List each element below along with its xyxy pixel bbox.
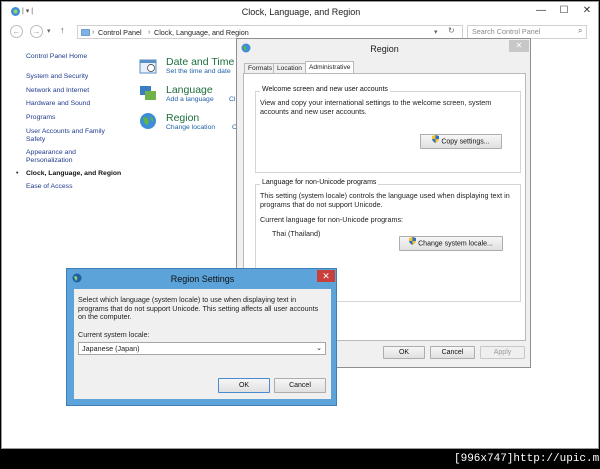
region-globe-icon[interactable] bbox=[139, 112, 157, 130]
close-button[interactable]: ✕ bbox=[576, 2, 598, 20]
minimize-button[interactable]: — bbox=[530, 2, 552, 20]
sidebar-item-programs[interactable]: Programs bbox=[26, 114, 55, 122]
welcome-screen-group-label: Welcome screen and new user accounts bbox=[260, 86, 390, 93]
window-title: Clock, Language, and Region bbox=[241, 7, 361, 17]
change-location-link[interactable]: Change location bbox=[166, 124, 215, 131]
sidebar-item-hardware[interactable]: Hardware and Sound bbox=[26, 100, 90, 108]
language-secondary-link[interactable]: Cl bbox=[229, 96, 235, 103]
image-host-watermark: [996x747]http://upic.me/ bbox=[452, 450, 600, 468]
up-arrow-icon[interactable]: ↑ bbox=[60, 25, 65, 35]
maximize-button[interactable]: ☐ bbox=[553, 2, 575, 20]
search-input[interactable]: Search Control Panel bbox=[467, 25, 587, 39]
welcome-screen-description: View and copy your international setting… bbox=[260, 98, 492, 116]
region-settings-cancel-button[interactable]: Cancel bbox=[274, 378, 326, 393]
copy-settings-label: Copy settings... bbox=[441, 138, 490, 146]
control-panel-folder-icon bbox=[81, 28, 90, 39]
current-language-label: Current language for non-Unicode program… bbox=[260, 215, 404, 224]
chevron-down-icon: ⌄ bbox=[316, 345, 322, 352]
sidebar-item-network[interactable]: Network and Internet bbox=[26, 87, 89, 95]
breadcrumb-separator-icon: › bbox=[148, 27, 151, 36]
copy-settings-button[interactable]: Copy settings... bbox=[420, 134, 502, 149]
change-system-locale-button[interactable]: Change system locale... bbox=[399, 236, 503, 251]
breadcrumb-separator-icon: › bbox=[92, 27, 95, 36]
uac-shield-icon bbox=[432, 135, 440, 148]
non-unicode-description: This setting (system locale) controls th… bbox=[260, 191, 510, 209]
region-ok-button[interactable]: OK bbox=[383, 346, 425, 359]
region-dialog-title: Region bbox=[370, 44, 399, 54]
sidebar-item-appearance-line2[interactable]: Personalization bbox=[26, 157, 72, 165]
breadcrumb-current[interactable]: Clock, Language, and Region bbox=[154, 28, 249, 37]
sidebar-item-ease-of-access[interactable]: Ease of Access bbox=[26, 183, 72, 191]
search-icon[interactable]: ⌕ bbox=[578, 26, 582, 36]
address-dropdown-icon[interactable]: ▾ bbox=[434, 27, 438, 36]
set-time-date-link[interactable]: Set the time and date bbox=[166, 68, 231, 75]
sidebar-item-system-security[interactable]: System and Security bbox=[26, 73, 88, 81]
region-settings-dialog: Region Settings ✕ Select which language … bbox=[66, 268, 337, 406]
add-language-link[interactable]: Add a language bbox=[166, 96, 214, 103]
sidebar-item-home[interactable]: Control Panel Home bbox=[26, 53, 87, 61]
region-settings-ok-button[interactable]: OK bbox=[218, 378, 270, 393]
recent-pages-chevron-icon[interactable]: ▾ bbox=[47, 27, 51, 35]
category-region-title[interactable]: Region bbox=[166, 112, 199, 124]
region-dialog-close-button[interactable]: ✕ bbox=[509, 40, 529, 52]
language-icon[interactable] bbox=[139, 84, 157, 102]
region-settings-description: Select which language (system locale) to… bbox=[78, 295, 319, 321]
address-bar[interactable]: › Control Panel › Clock, Language, and R… bbox=[77, 25, 463, 39]
region-apply-button[interactable]: Apply bbox=[480, 346, 525, 359]
current-system-locale-label: Current system locale: bbox=[78, 330, 150, 339]
refresh-icon[interactable]: ↻ bbox=[448, 26, 455, 35]
region-cancel-button[interactable]: Cancel bbox=[430, 346, 475, 359]
system-locale-select[interactable]: Japanese (Japan) ⌄ bbox=[78, 342, 326, 355]
region-settings-body: Select which language (system locale) to… bbox=[74, 289, 331, 399]
current-language-value: Thai (Thailand) bbox=[272, 229, 321, 238]
sidebar-item-clock-language-region[interactable]: Clock, Language, and Region bbox=[26, 170, 121, 178]
uac-shield-icon bbox=[409, 237, 417, 250]
sidebar-item-user-accounts[interactable]: User Accounts and Family bbox=[26, 128, 105, 136]
current-item-bullet-icon: • bbox=[16, 170, 19, 177]
system-locale-value: Japanese (Japan) bbox=[82, 344, 140, 353]
region-settings-close-button[interactable]: ✕ bbox=[317, 270, 335, 282]
date-time-icon[interactable] bbox=[139, 57, 157, 75]
category-date-time-title[interactable]: Date and Time bbox=[166, 56, 234, 68]
sidebar-item-appearance[interactable]: Appearance and bbox=[26, 149, 76, 157]
change-system-locale-label: Change system locale... bbox=[418, 240, 493, 248]
non-unicode-group-label: Language for non-Unicode programs bbox=[260, 179, 379, 186]
forward-arrow-icon[interactable]: → bbox=[30, 25, 43, 38]
back-arrow-icon[interactable]: ← bbox=[10, 25, 23, 38]
sidebar-item-user-accounts-line2[interactable]: Safety bbox=[26, 136, 45, 144]
region-settings-title: Region Settings bbox=[170, 274, 235, 284]
category-language-title[interactable]: Language bbox=[166, 84, 213, 96]
breadcrumb-control-panel[interactable]: Control Panel bbox=[98, 28, 142, 37]
